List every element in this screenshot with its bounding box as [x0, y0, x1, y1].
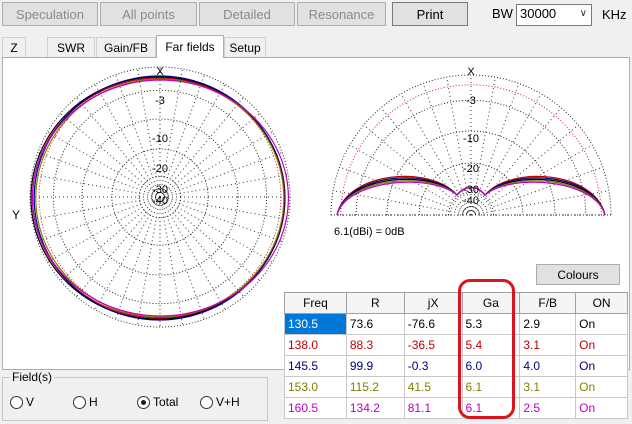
table-header-row: Freq R jX Ga F/B ON: [284, 292, 628, 314]
col-r[interactable]: R: [345, 292, 405, 314]
polar-grid-spoke: [136, 196, 161, 326]
cell-freq[interactable]: 145.5: [284, 355, 347, 377]
h-ring-label-3: -3: [155, 95, 165, 107]
vertical-grid-spoke: [470, 107, 562, 216]
h-ring-label-40: -40: [152, 195, 168, 207]
col-ga[interactable]: Ga: [461, 292, 521, 314]
v-ring-label-10: -10: [463, 133, 479, 145]
cell-jx[interactable]: -0.3: [403, 355, 463, 377]
cell-fb[interactable]: 2.9: [519, 313, 577, 335]
col-fb[interactable]: F/B: [519, 292, 577, 314]
polar-grid-spoke: [159, 196, 273, 263]
cell-jx[interactable]: -36.5: [403, 334, 463, 356]
cell-ga[interactable]: 6.1: [461, 397, 521, 419]
cell-r[interactable]: 73.6: [345, 313, 405, 335]
radio-v-dot[interactable]: [10, 395, 23, 409]
field-group-legend: Field(s): [10, 370, 55, 384]
h-ring-label-20: -20: [152, 163, 168, 175]
vertical-grid-spoke: [363, 124, 472, 216]
table-row[interactable]: 145.5 99.9 -0.3 6.0 4.0 On: [284, 355, 628, 377]
colours-button[interactable]: Colours: [536, 264, 620, 285]
radio-total[interactable]: Total: [137, 395, 178, 409]
col-freq[interactable]: Freq: [284, 292, 347, 314]
vertical-grid-spoke: [470, 124, 579, 216]
polar-grid-spoke: [159, 131, 273, 198]
cell-jx[interactable]: 41.5: [403, 376, 463, 398]
h-x-axis-label: X: [156, 66, 164, 78]
cell-freq[interactable]: 153.0: [284, 376, 347, 398]
polar-grid-spoke: [159, 173, 289, 198]
col-jx[interactable]: jX: [403, 292, 463, 314]
radio-h-dot[interactable]: [73, 395, 86, 409]
col-on[interactable]: ON: [575, 292, 628, 314]
radio-h[interactable]: H: [73, 395, 98, 409]
v-x-axis-label: X: [467, 66, 475, 78]
radio-v-label: V: [26, 395, 35, 409]
polar-grid-spoke: [47, 196, 161, 263]
cell-fb[interactable]: 4.0: [519, 355, 577, 377]
polar-grid-spoke: [94, 196, 161, 310]
cell-fb[interactable]: 3.1: [519, 334, 577, 356]
radio-v-plus-h-dot[interactable]: [200, 395, 213, 409]
cell-on[interactable]: On: [575, 313, 628, 335]
cell-on[interactable]: On: [575, 334, 628, 356]
vertical-grid-spoke: [400, 93, 472, 216]
cell-freq[interactable]: 160.5: [284, 397, 347, 419]
cell-fb[interactable]: 2.5: [519, 397, 577, 419]
cell-r[interactable]: 115.2: [345, 376, 405, 398]
polar-grid-spoke: [31, 196, 161, 221]
v-ring-label-3: -3: [466, 95, 476, 107]
cell-on[interactable]: On: [575, 355, 628, 377]
h-y-axis-label: Y: [12, 208, 20, 222]
table-row[interactable]: 130.5 73.6 -76.6 5.3 2.9 On: [284, 313, 628, 335]
polar-grid-spoke: [94, 84, 161, 198]
radio-total-label: Total: [153, 395, 179, 409]
radio-v-plus-h[interactable]: V+H: [200, 395, 240, 409]
table-row[interactable]: 153.0 115.2 41.5 6.1 3.1 On: [284, 376, 628, 398]
h-ring-label-10: -10: [152, 133, 168, 145]
vertical-grid-spoke: [380, 107, 472, 216]
radio-v-plus-h-label: V+H: [216, 395, 240, 409]
cell-jx[interactable]: 81.1: [403, 397, 463, 419]
polar-grid-spoke: [31, 173, 161, 198]
vertical-grid-spoke: [470, 144, 593, 216]
polar-grid-spoke: [47, 131, 161, 198]
tab-far-fields[interactable]: Far fields: [156, 35, 224, 58]
cell-ga[interactable]: 5.4: [461, 334, 521, 356]
cell-fb[interactable]: 3.1: [519, 376, 577, 398]
polar-grid-spoke: [159, 196, 226, 310]
cell-r[interactable]: 99.9: [345, 355, 405, 377]
cell-r[interactable]: 88.3: [345, 334, 405, 356]
cell-ga[interactable]: 6.0: [461, 355, 521, 377]
v-ring-label-40: -40: [463, 195, 479, 207]
gain-reference-caption: 6.1(dBi) = 0dB: [334, 226, 405, 238]
cell-r[interactable]: 134.2: [345, 397, 405, 419]
cell-on[interactable]: On: [575, 397, 628, 419]
table-row[interactable]: 160.5 134.2 81.1 6.1 2.5 On: [284, 397, 628, 419]
polar-grid-spoke: [159, 196, 289, 221]
polar-grid-spoke: [159, 196, 184, 326]
cell-ga[interactable]: 5.3: [461, 313, 521, 335]
cell-jx[interactable]: -76.6: [403, 313, 463, 335]
polar-grid-spoke: [159, 84, 226, 198]
vertical-grid-spoke: [470, 93, 542, 216]
cell-on[interactable]: On: [575, 376, 628, 398]
radio-total-dot[interactable]: [137, 395, 150, 409]
cell-freq[interactable]: 130.5: [284, 313, 347, 335]
cell-freq[interactable]: 138.0: [284, 334, 347, 356]
v-ring-label-20: -20: [463, 163, 479, 175]
results-table: Freq R jX Ga F/B ON 130.5 73.6 -76.6 5.3…: [284, 292, 628, 419]
cell-ga[interactable]: 6.1: [461, 376, 521, 398]
radio-v[interactable]: V: [10, 395, 34, 409]
vertical-grid-spoke: [349, 144, 472, 216]
radio-h-label: H: [89, 395, 98, 409]
table-row[interactable]: 138.0 88.3 -36.5 5.4 3.1 On: [284, 334, 628, 356]
